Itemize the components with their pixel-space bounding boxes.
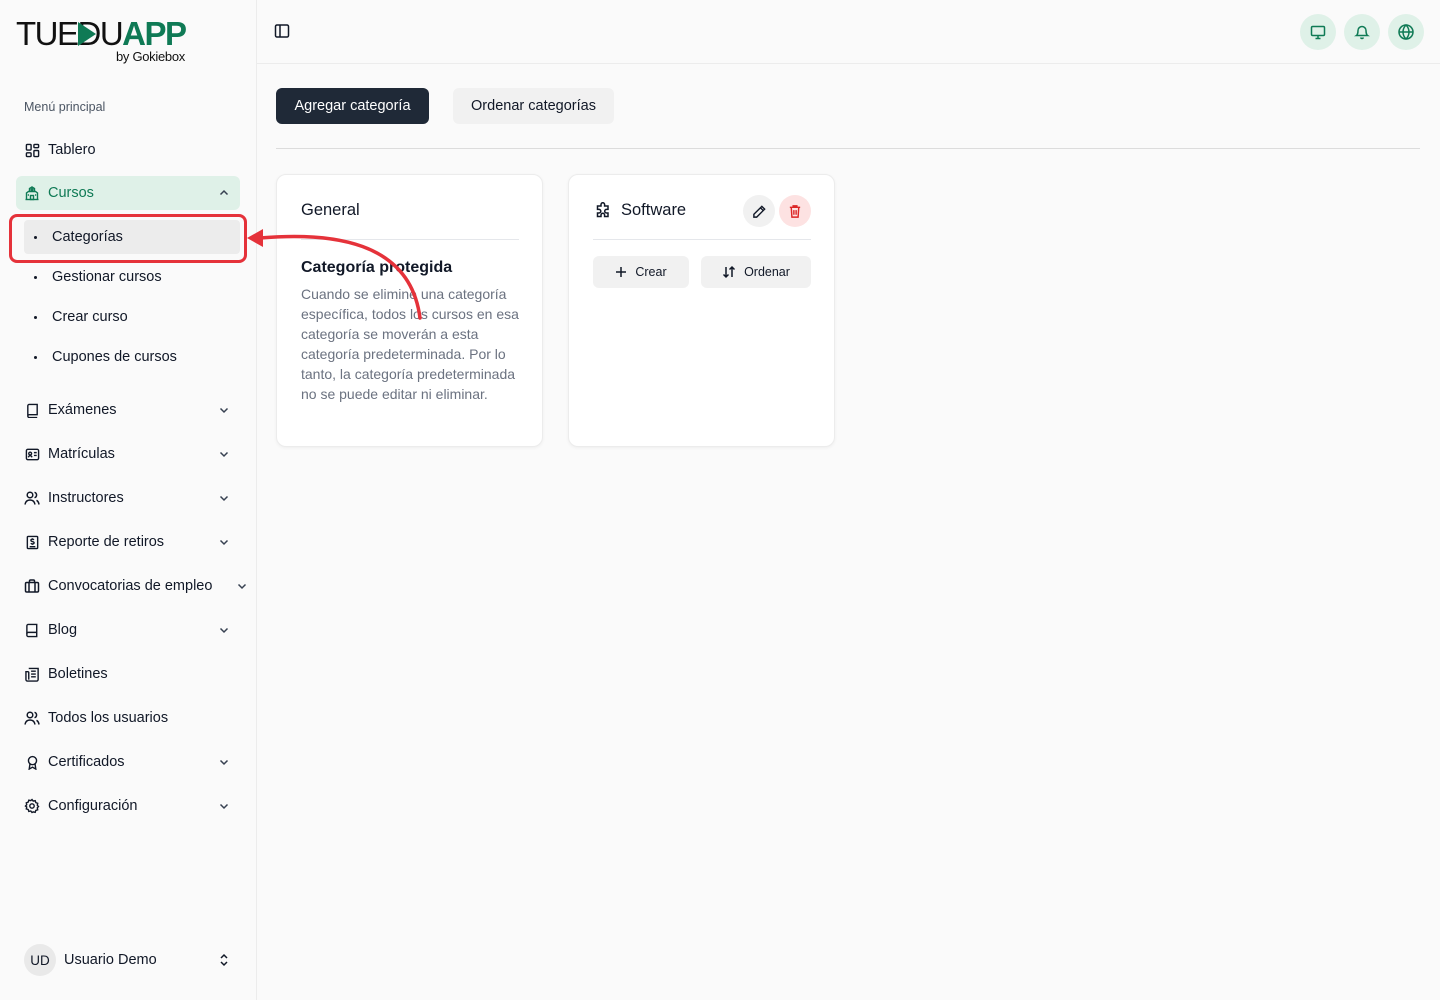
chevron-down-icon <box>219 759 229 766</box>
monitor-button[interactable] <box>1300 14 1336 50</box>
sort-categories-button[interactable]: Ordenar categorías <box>453 88 614 124</box>
briefcase-icon <box>24 578 40 594</box>
sidebar-item-configuracion[interactable]: Configuración <box>16 789 240 823</box>
sidebar-item-tablero[interactable]: Tablero <box>16 133 240 167</box>
order-label: Ordenar <box>744 265 790 279</box>
sidebar-item-label: Boletines <box>48 666 108 682</box>
sidebar-item-label: Blog <box>48 622 78 638</box>
play-icon <box>78 22 96 46</box>
chevron-down-icon <box>219 803 229 810</box>
sidebar-subitem-gestionar-cursos[interactable]: Gestionar cursos <box>24 260 240 294</box>
chevron-up-icon <box>219 189 229 196</box>
users-icon <box>24 710 40 726</box>
chevron-down-icon <box>219 407 229 414</box>
bell-icon <box>1354 25 1370 40</box>
sidebar-subitem-crear-curso[interactable]: Crear curso <box>24 300 240 334</box>
sidebar-item-label: Tablero <box>48 142 96 158</box>
notebook-icon <box>24 622 40 638</box>
create-label: Crear <box>635 265 667 279</box>
bullet-dot <box>34 355 37 359</box>
puzzle-icon <box>596 201 609 218</box>
sidebar-item-instructores[interactable]: Instructores <box>16 481 240 515</box>
sidebar-item-label: Todos los usuarios <box>48 710 169 726</box>
logo-word-a: TUEDU <box>16 15 124 52</box>
chevron-down-icon <box>219 451 229 458</box>
award-icon <box>24 754 40 770</box>
card-title: General <box>301 201 360 219</box>
sidebar: TUEDUAPP by Gokiebox Menú principal Tabl… <box>0 0 257 1000</box>
sidebar-item-label: Cursos <box>48 185 94 201</box>
annotation-highlight-box <box>9 214 247 263</box>
sidebar-subitem-cupones[interactable]: Cupones de cursos <box>24 340 240 374</box>
id-card-icon <box>24 446 40 462</box>
protected-description: Cuando se elimine una categoría específi… <box>301 286 519 402</box>
sidebar-item-label: Reporte de retiros <box>48 534 165 550</box>
delete-category-button[interactable] <box>779 195 811 227</box>
sidebar-item-certificados[interactable]: Certificados <box>16 745 240 779</box>
chevron-down-icon <box>237 583 247 590</box>
sidebar-item-todos-usuarios[interactable]: Todos los usuarios <box>16 701 240 735</box>
chevron-down-icon <box>219 495 229 502</box>
bullet-dot <box>34 275 37 279</box>
menu-section-title: Menú principal <box>24 100 106 114</box>
card-divider <box>301 239 519 240</box>
sidebar-item-convocatorias[interactable]: Convocatorias de empleo <box>16 569 250 603</box>
notifications-button[interactable] <box>1344 14 1380 50</box>
content-divider <box>276 148 1420 149</box>
avatar: UD <box>24 944 56 976</box>
add-category-button[interactable]: Agregar categoría <box>276 88 429 124</box>
sidebar-item-boletines[interactable]: Boletines <box>16 657 240 691</box>
chevron-down-icon <box>219 539 229 546</box>
category-card-general: General Categoría protegida Cuando se el… <box>276 174 543 447</box>
topbar <box>257 0 1440 64</box>
logo-word-b: APP <box>122 15 187 52</box>
card-title: Software <box>621 201 687 219</box>
chevron-up-down-icon <box>220 953 228 967</box>
sidebar-item-blog[interactable]: Blog <box>16 613 240 647</box>
sidebar-item-label: Certificados <box>48 754 125 770</box>
school-icon <box>24 185 40 201</box>
sidebar-item-examenes[interactable]: Exámenes <box>16 393 240 427</box>
subitem-label: Crear curso <box>52 309 128 325</box>
sidebar-item-label: Configuración <box>48 798 138 814</box>
card-divider <box>593 239 811 240</box>
trash-icon <box>789 204 801 218</box>
bullet-dot <box>34 315 37 319</box>
protected-title: Categoría protegida <box>301 259 453 276</box>
subitem-label: Cupones de cursos <box>52 349 177 365</box>
dashboard-icon <box>24 142 40 158</box>
brand-logo[interactable]: TUEDUAPP by Gokiebox <box>16 14 206 66</box>
gear-icon <box>24 798 40 814</box>
newspaper-icon <box>24 666 40 682</box>
subitem-label: Gestionar cursos <box>52 269 162 285</box>
sidebar-item-label: Convocatorias de empleo <box>48 578 213 594</box>
create-subcategory-button[interactable]: Crear <box>593 256 689 288</box>
user-menu[interactable]: UD Usuario Demo <box>24 944 240 976</box>
sidebar-item-label: Instructores <box>48 490 124 506</box>
language-button[interactable] <box>1388 14 1424 50</box>
sidebar-toggle-icon[interactable] <box>273 22 291 40</box>
pencil-icon <box>752 204 766 218</box>
category-card-software: Software Crear Ordenar <box>568 174 835 447</box>
logo-subtitle: by Gokiebox <box>116 49 185 64</box>
sidebar-item-label: Matrículas <box>48 446 115 462</box>
sidebar-item-matriculas[interactable]: Matrículas <box>16 437 240 471</box>
users-icon <box>24 490 40 506</box>
monitor-icon <box>1310 25 1326 40</box>
book-icon <box>24 402 40 418</box>
chevron-down-icon <box>219 627 229 634</box>
order-subcategory-button[interactable]: Ordenar <box>701 256 811 288</box>
sidebar-item-label: Exámenes <box>48 402 117 418</box>
sort-arrows-icon <box>723 265 736 279</box>
sidebar-item-cursos[interactable]: Cursos <box>16 176 240 210</box>
user-name: Usuario Demo <box>64 952 157 968</box>
receipt-icon <box>24 534 40 550</box>
globe-icon <box>1398 23 1414 41</box>
edit-category-button[interactable] <box>743 195 775 227</box>
plus-icon <box>616 267 627 277</box>
sidebar-item-reporte-retiros[interactable]: Reporte de retiros <box>16 525 240 559</box>
